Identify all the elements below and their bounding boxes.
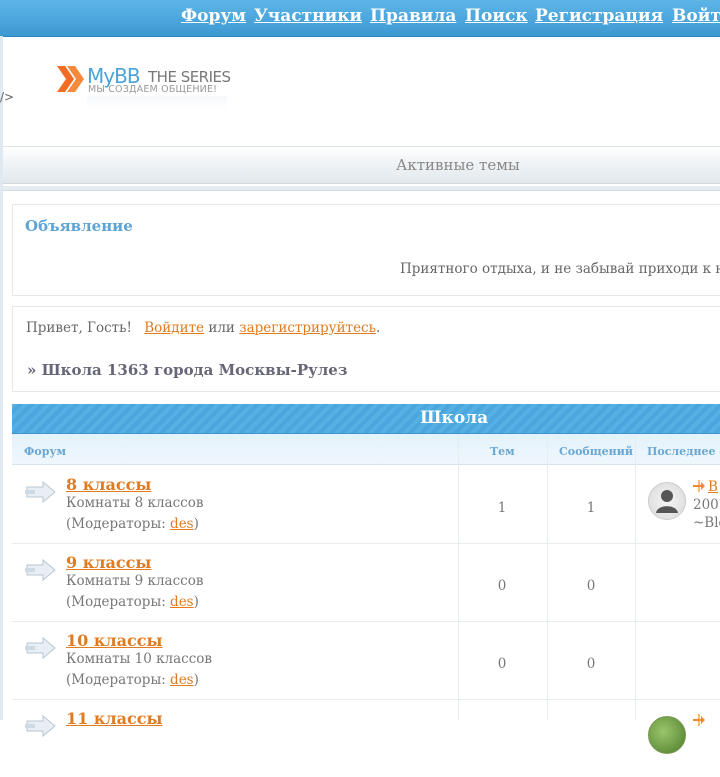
logo-arrows-icon [57, 66, 84, 92]
announcement-title: Объявление [25, 217, 133, 235]
nav-register-link[interactable]: Регистрация [535, 6, 663, 26]
nav-rules-link[interactable]: Правила [370, 6, 456, 26]
posts-count: 0 [586, 656, 596, 672]
moderators-end: ) [193, 516, 199, 532]
forum-read-icon [25, 715, 56, 737]
greeting-end: . [375, 320, 381, 336]
forum-moderators: (Модераторы: des) [66, 594, 199, 610]
goto-last-post-icon [693, 714, 705, 726]
user-avatar[interactable] [648, 482, 686, 520]
column-last-post: Последнее с [647, 445, 720, 458]
last-post-date: 2007 [693, 497, 720, 513]
last-post-link[interactable]: B [693, 479, 718, 495]
active-topics-bar-bottom [3, 186, 720, 191]
forum-moderators: (Модераторы: des) [66, 672, 199, 688]
forum-row: 11 классы [12, 699, 720, 777]
active-topics-bar: Активные темы [3, 146, 720, 184]
greeting-or: или [208, 320, 235, 336]
greeting-line: Привет, Гость! Войдите или зарегистрируй… [26, 320, 380, 336]
breadcrumb[interactable]: » Школа 1363 города Москвы-Рулез [27, 361, 347, 379]
forum-description: Комнаты 10 классов [66, 651, 213, 667]
forum-read-icon [25, 481, 56, 503]
goto-last-post-icon [693, 480, 705, 492]
moderators-label: (Модераторы: [66, 594, 166, 610]
left-border [0, 36, 3, 720]
nav-forum-link[interactable]: Форум [181, 6, 246, 26]
forum-read-icon [25, 637, 56, 659]
forum-name-link[interactable]: 9 классы [66, 553, 151, 572]
moderators-label: (Модераторы: [66, 672, 166, 688]
top-navigation: Форум Участники Правила Поиск Регистраци… [0, 0, 720, 37]
moderators-label: (Модераторы: [66, 516, 166, 532]
moderator-link[interactable]: des [170, 516, 194, 532]
column-forum: Форум [24, 445, 67, 458]
last-post-author[interactable]: ~Blo [693, 515, 720, 531]
forum-moderators: (Модераторы: des) [66, 516, 199, 532]
last-post-title: B [708, 479, 718, 495]
announcement-box: Объявление Приятного отдыха, и не забыва… [12, 204, 720, 296]
forum-row: 8 классы Комнаты 8 классов (Модераторы: … [12, 465, 720, 544]
forum-description: Комнаты 8 классов [66, 495, 204, 511]
nav-search-link[interactable]: Поиск [465, 6, 528, 26]
moderators-end: ) [193, 672, 199, 688]
login-link[interactable]: Войдите [144, 320, 204, 336]
category-title[interactable]: Школа [420, 408, 488, 428]
forum-name-link[interactable]: 11 классы [66, 709, 163, 728]
category-header: Школа [12, 404, 720, 434]
topics-count: 0 [497, 656, 507, 672]
announcement-text: Приятного отдыха, и не забывай приходи к… [400, 261, 720, 277]
nav-login-link[interactable]: Войти [672, 6, 720, 26]
forum-table: Школа Форум Тем Сообщений Последнее с 8 … [12, 404, 720, 754]
forum-name-link[interactable]: 10 классы [66, 631, 163, 650]
forum-read-icon [25, 559, 56, 581]
active-topics-link[interactable]: Активные темы [396, 156, 520, 174]
posts-count: 1 [586, 500, 596, 516]
forum-row: 9 классы Комнаты 9 классов (Модераторы: … [12, 543, 720, 622]
forum-name-link[interactable]: 8 классы [66, 475, 151, 494]
greeting-box: Привет, Гость! Войдите или зарегистрируй… [12, 306, 720, 392]
user-avatar[interactable] [648, 716, 686, 754]
greeting-hello: Привет, Гость! [26, 320, 132, 336]
logo-reflection [87, 96, 227, 110]
topics-count: 1 [497, 500, 507, 516]
default-avatar-icon [656, 490, 678, 513]
forum-description: Комнаты 9 классов [66, 573, 204, 589]
last-post-link[interactable] [693, 713, 708, 729]
site-logo[interactable]: MyBB THE SERIES МЫ СОЗДАЕМ ОБЩЕНИЕ! [57, 64, 232, 116]
moderator-link[interactable]: des [170, 594, 194, 610]
column-posts: Сообщений [559, 445, 634, 458]
posts-count: 0 [586, 578, 596, 594]
topics-count: 0 [497, 578, 507, 594]
stray-markup-text: /> [0, 90, 15, 104]
logo-tagline-text: МЫ СОЗДАЕМ ОБЩЕНИЕ! [88, 84, 218, 95]
register-link[interactable]: зарегистрируйтесь [239, 320, 376, 336]
column-header-row: Форум Тем Сообщений Последнее с [12, 434, 720, 465]
forum-row: 10 классы Комнаты 10 классов (Модераторы… [12, 621, 720, 700]
column-topics: Тем [490, 445, 515, 458]
nav-members-link[interactable]: Участники [254, 6, 362, 26]
moderators-end: ) [193, 594, 199, 610]
moderator-link[interactable]: des [170, 672, 194, 688]
